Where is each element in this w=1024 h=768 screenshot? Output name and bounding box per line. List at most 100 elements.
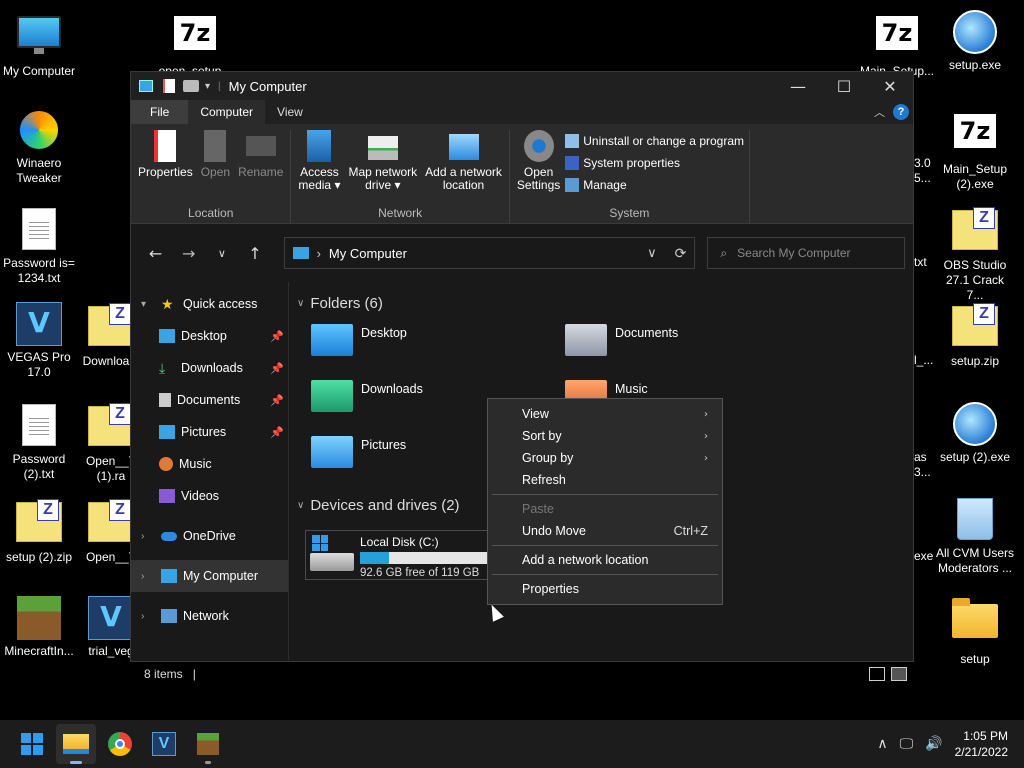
nav-onedrive[interactable]: › OneDrive [131, 520, 288, 552]
drive-usage-bar [360, 552, 490, 564]
breadcrumb-chevron-icon[interactable]: › [317, 246, 321, 261]
expand-chevron-icon[interactable]: › [141, 611, 155, 622]
properties-button[interactable]: Properties [135, 130, 196, 206]
nav-item-videos[interactable]: Videos [131, 480, 288, 512]
menu-item-properties[interactable]: Properties [488, 578, 722, 600]
expand-chevron-icon[interactable]: › [141, 571, 155, 582]
desktop-icon-main-setup-2[interactable]: 7z Main_Setup (2).exe [936, 108, 1014, 192]
start-button[interactable] [12, 724, 52, 764]
desktop-icon-setup-zip[interactable]: setup.zip [936, 302, 1014, 369]
menu-item-sort-by[interactable]: Sort by › [488, 425, 722, 447]
collapse-ribbon-icon[interactable]: ︿ [874, 104, 885, 120]
menu-item-view[interactable]: View › [488, 403, 722, 425]
map-network-drive-button[interactable]: Map network drive ▾ [345, 130, 420, 206]
menu-item-group-by[interactable]: Group by › [488, 447, 722, 469]
taskbar-vegas[interactable]: V [144, 724, 184, 764]
details-view-icon[interactable] [869, 667, 885, 681]
quick-access-dropdown-icon[interactable]: ▾ [205, 81, 210, 92]
zip-archive-icon [951, 303, 999, 350]
new-folder-quick-icon[interactable] [183, 80, 199, 92]
access-media-button[interactable]: Access media ▾ [295, 130, 343, 206]
tab-view[interactable]: View [265, 100, 315, 124]
menu-item-add-network-location[interactable]: Add a network location [488, 549, 722, 571]
forward-arrow-icon[interactable]: → [172, 244, 205, 263]
desktop-icon-minecraft[interactable]: MinecraftIn... [0, 596, 78, 659]
uninstall-program-button[interactable]: Uninstall or change a program [565, 132, 744, 150]
show-hidden-icons-chevron-icon[interactable]: ∧ [877, 736, 887, 752]
nav-item-desktop[interactable]: Desktop 📌 [131, 320, 288, 352]
taskbar-chrome[interactable] [100, 724, 140, 764]
tab-computer[interactable]: Computer [188, 100, 266, 124]
nav-network[interactable]: › Network [131, 600, 288, 632]
desktop-icon-all-cvm-users[interactable]: All CVM Users Moderators ... [936, 498, 1014, 576]
text-file-icon [15, 208, 63, 252]
desktop-icon-setup-2-exe[interactable]: setup (2).exe [936, 402, 1014, 465]
collapse-chevron-icon[interactable]: ∨ [297, 298, 304, 309]
folder-item-desktop[interactable]: Desktop [311, 324, 407, 356]
add-network-location-button[interactable]: Add a network location [422, 130, 505, 206]
folder-item-pictures[interactable]: Pictures [311, 436, 406, 468]
menu-item-paste[interactable]: Paste [488, 498, 722, 520]
drive-free-space: 92.6 GB free of 119 GB [360, 567, 480, 579]
nav-item-downloads[interactable]: ⤓ Downloads 📌 [131, 352, 288, 384]
close-button[interactable]: ✕ [867, 72, 913, 100]
expand-chevron-icon[interactable]: ▾ [141, 299, 155, 310]
desktop-icon-my-computer[interactable]: My Computer [0, 10, 78, 79]
group-label: Location [188, 206, 234, 220]
help-icon[interactable]: ? [893, 104, 909, 120]
desktop-icon-vegas-pro[interactable]: V VEGAS Pro 17.0 [0, 302, 78, 380]
desktop-icon-winaero-tweaker[interactable]: Winaero Tweaker [0, 108, 78, 186]
folders-section-header[interactable]: ∨ Folders (6) [297, 292, 913, 314]
desktop-icon-setup-2-zip[interactable]: setup (2).zip [0, 498, 78, 565]
taskbar-minecraft[interactable] [188, 724, 228, 764]
taskbar-file-explorer[interactable] [56, 724, 96, 764]
drive-usage-fill [360, 552, 389, 564]
tab-file[interactable]: File [131, 100, 189, 124]
recent-locations-chevron-icon[interactable]: ∨ [205, 247, 238, 260]
open-button[interactable]: Open [198, 130, 233, 206]
nav-item-music[interactable]: Music [131, 448, 288, 480]
folder-item-downloads[interactable]: Downloads [311, 380, 423, 412]
large-icons-view-icon[interactable] [891, 667, 907, 681]
rename-button[interactable]: Rename [235, 130, 286, 206]
desktop-icon-setup-exe[interactable]: setup.exe [936, 10, 1014, 73]
desktop-icon-obs-studio[interactable]: OBS Studio 27.1 Crack 7... [936, 206, 1014, 303]
nav-item-pictures[interactable]: Pictures 📌 [131, 416, 288, 448]
desktop-icon-main-setup[interactable]: 7z Main_Setup... [858, 10, 936, 79]
nav-item-documents[interactable]: Documents 📌 [131, 384, 288, 416]
title-bar[interactable]: ▾ | My Computer — ☐ ✕ [131, 72, 913, 100]
expand-chevron-icon[interactable]: › [141, 531, 155, 542]
drive-item-local-disk-c[interactable]: Local Disk (C:) 92.6 GB free of 119 GB [305, 530, 495, 580]
system-properties-button[interactable]: System properties [565, 154, 744, 172]
desktop-icon-setup-folder[interactable]: setup [936, 596, 1014, 667]
collapse-chevron-icon[interactable]: ∨ [297, 500, 304, 511]
volume-icon[interactable]: 🔊 [925, 736, 942, 752]
properties-quick-icon[interactable] [163, 79, 175, 93]
address-dropdown-icon[interactable]: ∨ [647, 245, 657, 261]
shortcut-label: Ctrl+Z [673, 524, 708, 538]
pin-icon: 📌 [270, 362, 284, 375]
nav-my-computer[interactable]: › My Computer [131, 560, 288, 592]
back-arrow-icon[interactable]: ← [139, 244, 172, 263]
refresh-icon[interactable]: ⟳ [675, 245, 687, 262]
desktop-icon-password-2-txt[interactable]: Password (2).txt [0, 402, 78, 482]
desktop-icon-label: Password is= 1234.txt [3, 256, 75, 285]
desktop-icon-password-txt[interactable]: Password is= 1234.txt [0, 206, 78, 286]
open-settings-button[interactable]: Open Settings [514, 130, 563, 206]
menu-item-undo-move[interactable]: Undo Move Ctrl+Z [488, 520, 722, 542]
desktop-icon-open-setup[interactable]: 7z open_setup... [156, 10, 234, 79]
minimize-button[interactable]: — [775, 72, 821, 100]
maximize-button[interactable]: ☐ [821, 72, 867, 100]
address-bar[interactable]: › My Computer ∨ ⟳ [283, 237, 696, 269]
videos-icon [159, 489, 175, 503]
manage-button[interactable]: Manage [565, 176, 744, 194]
folder-item-documents[interactable]: Documents [565, 324, 678, 356]
clock[interactable]: 1:05 PM 2/21/2022 [955, 728, 1008, 760]
breadcrumb-my-computer[interactable]: My Computer [329, 246, 407, 261]
nav-quick-access[interactable]: ▾ ★ Quick access [131, 288, 288, 320]
vegas-icon: V [15, 302, 63, 346]
search-box[interactable]: ⌕ Search My Computer [707, 237, 905, 269]
menu-item-refresh[interactable]: Refresh [488, 469, 722, 491]
up-arrow-icon[interactable]: ↑ [238, 244, 271, 263]
network-icon[interactable]: 🖵 [900, 736, 914, 752]
